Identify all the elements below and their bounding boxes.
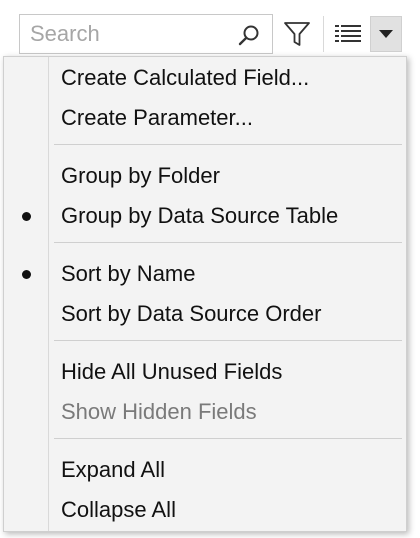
menu-item-sort-by-name[interactable]: Sort by Name [4, 254, 406, 294]
menu-separator [54, 340, 402, 341]
menu-item-label: Sort by Data Source Order [61, 301, 322, 326]
menu-item-group-by-folder[interactable]: Group by Folder [4, 156, 406, 196]
filter-icon[interactable] [283, 20, 311, 48]
menu-item-label: Group by Folder [61, 163, 220, 188]
menu-item-create-parameter[interactable]: Create Parameter... [4, 98, 406, 138]
context-menu: Create Calculated Field... Create Parame… [3, 56, 407, 532]
menu-item-group-by-data-source-table[interactable]: Group by Data Source Table [4, 196, 406, 236]
chevron-down-icon [379, 30, 393, 38]
menu-dropdown-button[interactable] [370, 16, 402, 52]
selected-bullet-icon [22, 212, 31, 221]
menu-separator [54, 144, 402, 145]
menu-item-sort-by-data-source-order[interactable]: Sort by Data Source Order [4, 294, 406, 334]
search-box[interactable] [19, 14, 273, 54]
menu-item-label: Expand All [61, 457, 165, 482]
toolbar-divider [323, 16, 324, 52]
menu-item-label: Group by Data Source Table [61, 203, 339, 228]
selected-bullet-icon [22, 270, 31, 279]
menu-separator [54, 438, 402, 439]
menu-item-hide-all-unused-fields[interactable]: Hide All Unused Fields [4, 352, 406, 392]
menu-item-label: Show Hidden Fields [61, 399, 257, 424]
menu-item-label: Hide All Unused Fields [61, 359, 283, 384]
menu-item-create-calculated-field[interactable]: Create Calculated Field... [4, 58, 406, 98]
menu-item-label: Collapse All [61, 497, 176, 522]
menu-item-expand-all[interactable]: Expand All [4, 450, 406, 490]
menu-separator [54, 242, 402, 243]
menu-item-collapse-all[interactable]: Collapse All [4, 490, 406, 530]
search-input[interactable] [30, 19, 230, 49]
menu-item-label: Create Calculated Field... [61, 65, 310, 90]
list-view-icon[interactable] [334, 24, 362, 46]
menu-item-show-hidden-fields: Show Hidden Fields [4, 392, 406, 432]
menu-item-label: Create Parameter... [61, 105, 253, 130]
search-icon[interactable] [238, 24, 260, 46]
menu-item-label: Sort by Name [61, 261, 196, 286]
toolbar [0, 0, 420, 60]
